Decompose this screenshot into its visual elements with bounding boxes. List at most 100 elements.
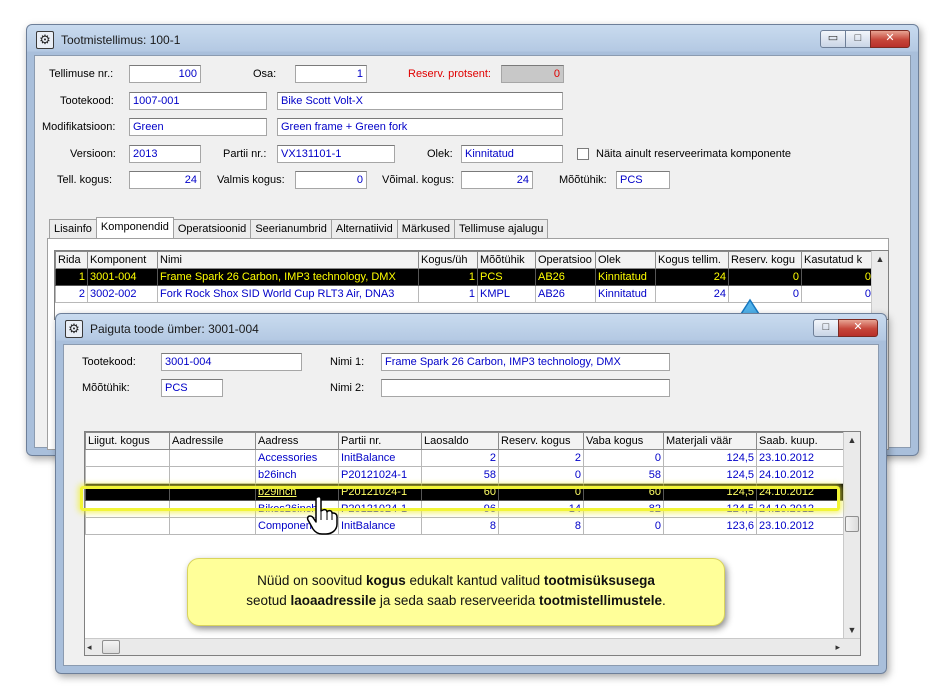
dialog-product-code-label: Tootekood: (82, 356, 136, 368)
done-qty-field[interactable]: 0 (295, 171, 367, 189)
column-header[interactable]: Materjali väär (663, 432, 757, 450)
table-cell: 1 (55, 268, 88, 286)
table-cell: 124,5 (663, 466, 757, 484)
table-row[interactable]: Components InitBalance 8 8 0 123,6 23.10… (85, 517, 844, 535)
table-cell: 1 (418, 268, 478, 286)
tab-operatsioonid[interactable]: Operatsioonid (172, 219, 252, 238)
table-cell: KMPL (477, 285, 536, 303)
table-cell[interactable] (85, 483, 170, 501)
table-cell: 58 (421, 466, 499, 484)
product-name-field[interactable]: Bike Scott Volt-X (277, 92, 563, 110)
name2-field[interactable] (381, 379, 670, 397)
table-cell[interactable] (169, 449, 256, 467)
tab-seerianumbrid[interactable]: Seerianumbrid (250, 219, 332, 238)
table-cell[interactable] (85, 449, 170, 467)
column-header[interactable]: Kogus tellim. (655, 251, 729, 269)
table-cell: AB26 (535, 285, 596, 303)
column-header[interactable]: Kasutatud k (801, 251, 874, 269)
minimize-button[interactable]: ▭ (820, 30, 846, 48)
scroll-left-icon[interactable]: ◂ (87, 639, 101, 655)
column-header[interactable]: Laosaldo (421, 432, 499, 450)
locations-vertical-scrollbar[interactable]: ▲ ▼ (843, 432, 860, 638)
table-cell[interactable] (85, 500, 170, 518)
locations-horizontal-scrollbar[interactable]: ◂ ▸ (85, 638, 860, 655)
possible-qty-field[interactable]: 24 (461, 171, 533, 189)
reserve-percent-label: Reserv. protsent: (408, 68, 491, 80)
column-header[interactable]: Aadress (255, 432, 339, 450)
table-row[interactable]: Accessories InitBalance 2 2 0 124,5 23.1… (85, 449, 844, 467)
column-header[interactable]: Vaba kogus (583, 432, 664, 450)
dialog-product-code-field[interactable]: 3001-004 (161, 353, 302, 371)
version-label: Versioon: (70, 148, 116, 160)
table-cell[interactable] (169, 500, 256, 518)
tab-strip: Lisainfo Komponendid Operatsioonid Seeri… (49, 217, 549, 238)
column-header[interactable]: Liigut. kogus (85, 432, 170, 450)
status-field[interactable]: Kinnitatud (461, 145, 563, 163)
table-cell[interactable] (85, 517, 170, 535)
column-header[interactable]: Reserv. kogu (728, 251, 802, 269)
only-unreserved-checkbox[interactable] (577, 148, 589, 160)
tab-tellimuse-ajalugu[interactable]: Tellimuse ajalugu (454, 219, 549, 238)
table-cell: 0 (498, 483, 584, 501)
scroll-thumb[interactable] (845, 516, 859, 532)
ordered-qty-field[interactable]: 24 (129, 171, 201, 189)
column-header[interactable]: Komponent (87, 251, 158, 269)
tab-markused[interactable]: Märkused (396, 219, 456, 238)
column-header[interactable]: Aadressile (169, 432, 256, 450)
callout-text: Nüüd on soovitud (257, 573, 366, 588)
modification-field[interactable]: Green (129, 118, 267, 136)
table-cell: Kinnitatud (595, 285, 656, 303)
table-cell[interactable] (169, 483, 256, 501)
table-cell: 24.10.2012 (756, 483, 844, 501)
order-nr-field[interactable]: 100 (129, 65, 201, 83)
table-cell: 123,6 (663, 517, 757, 535)
close-button[interactable]: ✕ (870, 30, 910, 48)
maximize-button[interactable]: □ (813, 319, 839, 337)
column-header[interactable]: Operatsioo (535, 251, 596, 269)
unit-field[interactable]: PCS (616, 171, 670, 189)
column-header[interactable]: Mõõtühik (477, 251, 536, 269)
table-cell[interactable] (169, 517, 256, 535)
column-header[interactable]: Saab. kuup. (756, 432, 844, 450)
column-header[interactable]: Rida (55, 251, 88, 269)
tab-komponendid[interactable]: Komponendid (95, 217, 174, 238)
scroll-up-icon[interactable]: ▲ (844, 432, 860, 448)
column-header[interactable]: Partii nr. (338, 432, 422, 450)
scroll-right-icon[interactable]: ▸ (826, 639, 840, 655)
modification-description-field[interactable]: Green frame + Green fork (277, 118, 563, 136)
dialog-unit-field[interactable]: PCS (161, 379, 223, 397)
scroll-thumb[interactable] (102, 640, 120, 654)
components-scrollbar[interactable]: ▲ (871, 251, 888, 319)
scroll-down-icon[interactable]: ▼ (844, 622, 860, 638)
table-row[interactable]: b26inch P20121024-1 58 0 58 124,5 24.10.… (85, 466, 844, 484)
table-cell[interactable] (169, 466, 256, 484)
maximize-button[interactable]: □ (845, 30, 871, 48)
column-header[interactable]: Reserv. kogus (498, 432, 584, 450)
column-header[interactable]: Nimi (157, 251, 419, 269)
app-icon: ⚙ (65, 320, 83, 338)
table-cell: 24.10.2012 (756, 466, 844, 484)
table-row-selected[interactable]: b29inch P20121024-1 60 0 60 124,5 24.10.… (85, 483, 844, 501)
dialog-titlebar[interactable]: ⚙ Paiguta toode ümber: 3001-004 □ ✕ (56, 314, 886, 344)
callout-text: seotud (246, 593, 291, 608)
scroll-up-icon[interactable]: ▲ (872, 251, 888, 267)
batch-field[interactable]: VX131101-1 (277, 145, 395, 163)
table-cell: InitBalance (338, 517, 422, 535)
close-button[interactable]: ✕ (838, 319, 878, 337)
main-titlebar[interactable]: ⚙ Tootmistellimus: 100-1 ▭ □ ✕ (27, 25, 918, 55)
table-cell: P20121024-1 (338, 500, 422, 518)
name1-field[interactable]: Frame Spark 26 Carbon, IMP3 technology, … (381, 353, 670, 371)
table-cell: 2 (421, 449, 499, 467)
table-row[interactable]: Bikes26inch P20121024-1 96 14 82 124,5 2… (85, 500, 844, 518)
column-header[interactable]: Kogus/üh (418, 251, 478, 269)
callout-bold: laoaadressile (290, 593, 377, 608)
version-field[interactable]: 2013 (129, 145, 201, 163)
table-cell[interactable] (85, 466, 170, 484)
tab-lisainfo[interactable]: Lisainfo (49, 219, 97, 238)
product-code-field[interactable]: 1007-001 (129, 92, 267, 110)
tab-alternatiivid[interactable]: Alternatiivid (330, 219, 398, 238)
part-field[interactable]: 1 (295, 65, 367, 83)
possible-qty-label: Võimal. kogus: (382, 174, 455, 186)
column-header[interactable]: Olek (595, 251, 656, 269)
table-cell: 23.10.2012 (756, 449, 844, 467)
